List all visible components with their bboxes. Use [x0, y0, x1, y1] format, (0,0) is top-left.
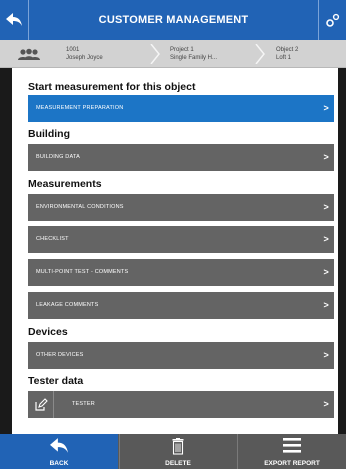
- menu-item-building-data[interactable]: BUILDING DATA >: [28, 144, 334, 171]
- menu-item-label: OTHER DEVICES: [36, 352, 84, 358]
- breadcrumb-object[interactable]: Object 2 Loft 1: [276, 40, 342, 68]
- menu-item-other-devices[interactable]: OTHER DEVICES >: [28, 342, 334, 369]
- trash-icon: [172, 438, 184, 455]
- chevron-right-icon: >: [323, 234, 329, 244]
- breadcrumb: 1001 Joseph Joyce Project 1 Single Famil…: [0, 40, 346, 68]
- section-title-devices: Devices: [28, 326, 68, 338]
- export-report-button[interactable]: EXPORT REPORT: [237, 434, 346, 469]
- menu-item-multi-point-test-comments[interactable]: MULTI-POINT TEST - COMMENTS >: [28, 259, 334, 286]
- breadcrumb-project-sub: Single Family H...: [170, 55, 218, 61]
- footer-toolbar: BACK DELETE EXPORT REPORT: [0, 434, 346, 469]
- menu-item-label: BUILDING DATA: [36, 154, 80, 160]
- breadcrumb-project-title: Project 1: [170, 47, 194, 53]
- menu-item-label: LEAKAGE COMMENTS: [36, 302, 99, 308]
- menu-item-leakage-comments[interactable]: LEAKAGE COMMENTS >: [28, 292, 334, 319]
- header-back-button[interactable]: [0, 0, 29, 40]
- delete-button[interactable]: DELETE: [119, 434, 236, 469]
- breadcrumb-customer[interactable]: 1001 Joseph Joyce: [66, 40, 146, 68]
- section-title-measurements: Measurements: [28, 178, 102, 190]
- back-arrow-icon: [50, 438, 68, 453]
- menu-item-label: MEASUREMENT PREPARATION: [36, 105, 124, 111]
- customer-group-icon: [18, 48, 40, 60]
- menu-item-checklist[interactable]: CHECKLIST >: [28, 226, 334, 253]
- back-button-label: BACK: [49, 460, 69, 467]
- menu-item-label: ENVIRONMENTAL CONDITIONS: [36, 204, 124, 210]
- export-report-button-label: EXPORT REPORT: [264, 460, 320, 467]
- chevron-right-icon: >: [323, 103, 329, 113]
- breadcrumb-customer-name: Joseph Joyce: [66, 55, 103, 61]
- back-arrow-icon: [6, 13, 22, 26]
- menu-item-measurement-preparation[interactable]: MEASUREMENT PREPARATION >: [28, 95, 334, 122]
- chevron-right-icon: >: [323, 267, 329, 277]
- object-menu-panel: Start measurement for this object MEASUR…: [12, 68, 338, 434]
- settings-icon: [325, 13, 339, 27]
- breadcrumb-object-sub: Loft 1: [276, 55, 292, 61]
- delete-button-label: DELETE: [165, 460, 191, 467]
- chevron-right-icon: >: [323, 152, 329, 162]
- page-title: CUSTOMER MANAGEMENT: [98, 14, 249, 26]
- chevron-right-icon: >: [323, 350, 329, 360]
- menu-lines-icon: [283, 438, 301, 453]
- tester-icon-box: [28, 391, 54, 418]
- section-title-tester: Tester data: [28, 375, 84, 387]
- customer-crumb-icon[interactable]: [0, 40, 58, 68]
- tester-edit-icon: [34, 397, 48, 411]
- chevron-right-icon: >: [323, 202, 329, 212]
- breadcrumb-separator-2: [255, 44, 265, 64]
- chevron-right-icon: >: [323, 300, 329, 310]
- section-title-start: Start measurement for this object: [28, 81, 196, 93]
- settings-button[interactable]: [318, 0, 346, 40]
- breadcrumb-customer-id: 1001: [66, 47, 80, 53]
- menu-item-label: CHECKLIST: [36, 236, 69, 242]
- breadcrumb-separator-1: [150, 44, 160, 64]
- section-title-building: Building: [28, 128, 70, 140]
- back-button[interactable]: BACK: [0, 434, 118, 469]
- menu-item-label: TESTER: [72, 401, 95, 407]
- breadcrumb-project[interactable]: Project 1 Single Family H...: [170, 40, 250, 68]
- menu-item-environmental-conditions[interactable]: ENVIRONMENTAL CONDITIONS >: [28, 194, 334, 221]
- app-window: CUSTOMER MANAGEMENT 1001 Joseph Joyce Pr…: [0, 0, 346, 469]
- header-bar: CUSTOMER MANAGEMENT: [0, 0, 346, 40]
- breadcrumb-object-title: Object 2: [276, 47, 299, 53]
- menu-item-label: MULTI-POINT TEST - COMMENTS: [36, 269, 129, 275]
- chevron-right-icon: >: [323, 399, 329, 409]
- menu-item-tester[interactable]: TESTER >: [28, 391, 334, 418]
